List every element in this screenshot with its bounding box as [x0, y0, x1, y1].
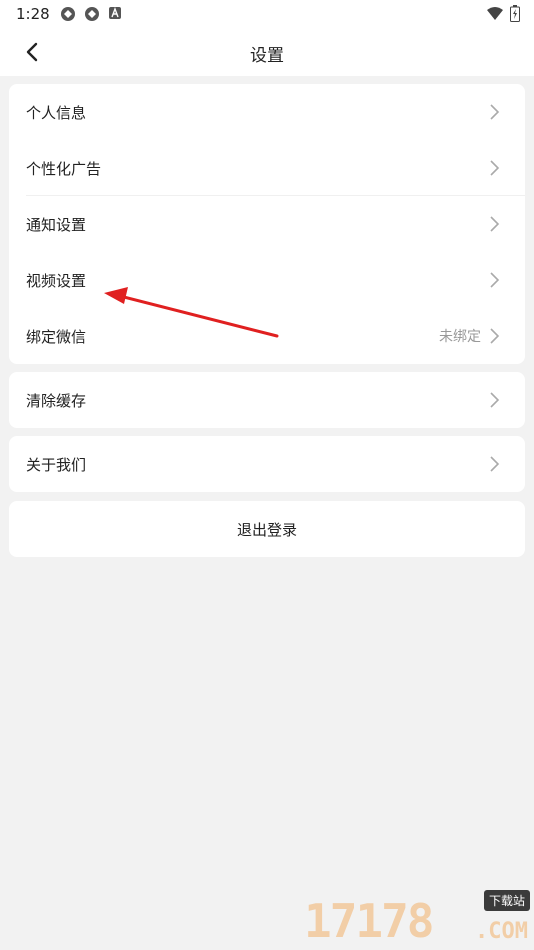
settings-item-personal-info[interactable]: 个人信息 [9, 84, 525, 140]
settings-group-about: 关于我们 [9, 436, 525, 492]
logout-button[interactable]: 退出登录 [9, 501, 525, 557]
chevron-right-icon [490, 392, 500, 408]
status-icons-left [60, 6, 122, 22]
settings-item-video[interactable]: 视频设置 [9, 252, 525, 308]
status-bar: 1:28 [0, 0, 534, 28]
settings-item-bind-wechat[interactable]: 绑定微信 未绑定 [9, 308, 525, 364]
sync-icon [85, 7, 99, 21]
status-icons-right [486, 5, 520, 22]
logout-card: 退出登录 [9, 501, 525, 557]
settings-item-label: 通知设置 [26, 215, 87, 234]
settings-item-label: 个人信息 [26, 103, 87, 122]
site-watermark: 17178 下载站 .COM [304, 888, 530, 948]
chevron-right-icon [490, 160, 500, 176]
settings-group-account: 个人信息 个性化广告 通知设置 视频设置 绑定微信 未绑定 [9, 84, 525, 364]
watermark-digits: 17178 [304, 894, 434, 948]
settings-item-personalized-ads[interactable]: 个性化广告 [9, 140, 525, 196]
settings-group-cache: 清除缓存 [9, 372, 525, 428]
status-time: 1:28 [16, 5, 50, 23]
settings-item-notifications[interactable]: 通知设置 [9, 196, 525, 252]
chevron-right-icon [490, 104, 500, 120]
settings-item-label: 视频设置 [26, 271, 87, 290]
settings-item-label: 绑定微信 [26, 327, 87, 346]
chevron-right-icon [490, 328, 500, 344]
watermark-badge: 下载站 [483, 890, 530, 911]
settings-item-label: 清除缓存 [26, 391, 87, 410]
font-a-icon [109, 7, 121, 19]
chevron-right-icon [490, 456, 500, 472]
settings-item-label: 个性化广告 [26, 159, 102, 178]
settings-item-label: 关于我们 [26, 455, 87, 474]
chevron-right-icon [490, 272, 500, 288]
chevron-right-icon [490, 216, 500, 232]
watermark-suffix: .COM [475, 919, 528, 944]
wifi-icon [487, 6, 503, 20]
wechat-bind-status: 未绑定 [439, 329, 481, 345]
page-title: 设置 [250, 46, 284, 66]
battery-charging-icon [510, 5, 520, 22]
settings-item-clear-cache[interactable]: 清除缓存 [9, 372, 525, 428]
sync-icon [61, 7, 75, 21]
nav-bar: 设置 [0, 28, 534, 76]
logout-label: 退出登录 [236, 520, 297, 539]
settings-item-about-us[interactable]: 关于我们 [9, 436, 525, 492]
